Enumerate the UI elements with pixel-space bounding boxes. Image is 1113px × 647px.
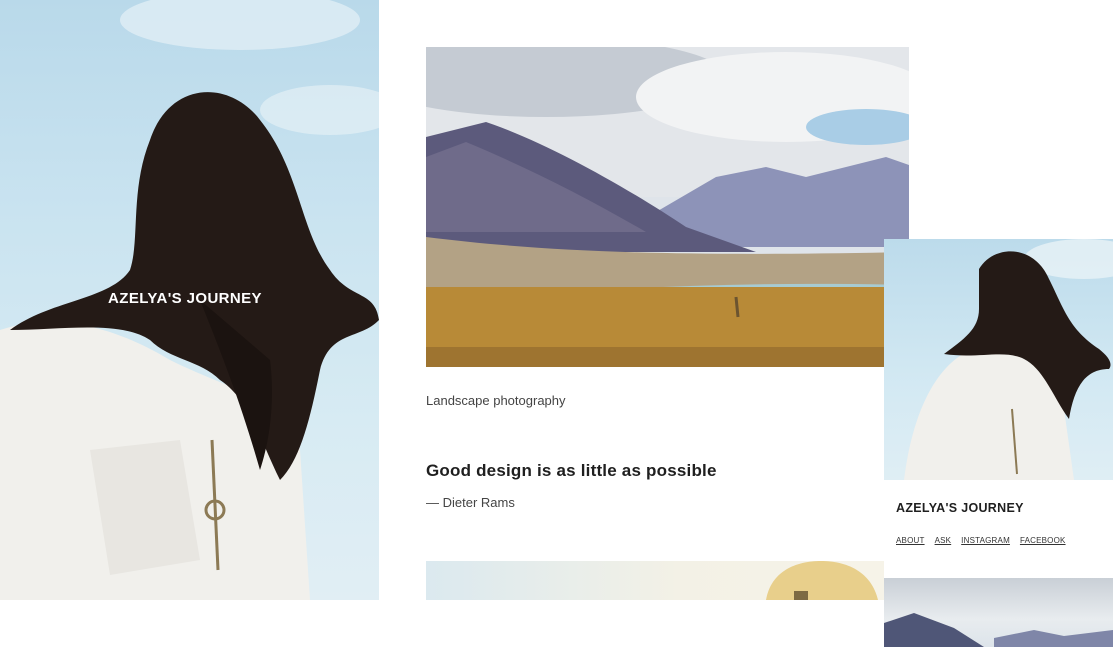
nav-link-ask[interactable]: ASK [935,536,952,545]
next-post-image[interactable] [426,561,884,600]
mobile-nav: ABOUT ASK INSTAGRAM FACEBOOK [896,536,1066,545]
post-caption: Landscape photography [426,393,566,408]
mobile-preview: AZELYA'S JOURNEY ABOUT ASK INSTAGRAM FAC… [884,239,1113,647]
mobile-landscape-illustration [884,613,1113,647]
nav-link-instagram[interactable]: INSTAGRAM [961,536,1010,545]
quote-author: — Dieter Rams [426,495,515,510]
mobile-hero-image[interactable] [884,239,1113,480]
hero-site-title[interactable]: AZELYA'S JOURNEY [0,290,370,307]
landscape-illustration [426,47,909,367]
nav-link-facebook[interactable]: FACEBOOK [1020,536,1066,545]
nav-link-about[interactable]: ABOUT [896,536,925,545]
mobile-post-image[interactable] [884,578,1113,647]
mobile-hero-illustration [904,239,1113,480]
hero-image: AZELYA'S JOURNEY [0,0,379,600]
quote-text: Good design is as little as possible [426,461,717,480]
mobile-site-title[interactable]: AZELYA'S JOURNEY [896,501,1024,515]
dome-building-illustration [766,561,878,600]
post-landscape-image[interactable] [426,47,909,367]
